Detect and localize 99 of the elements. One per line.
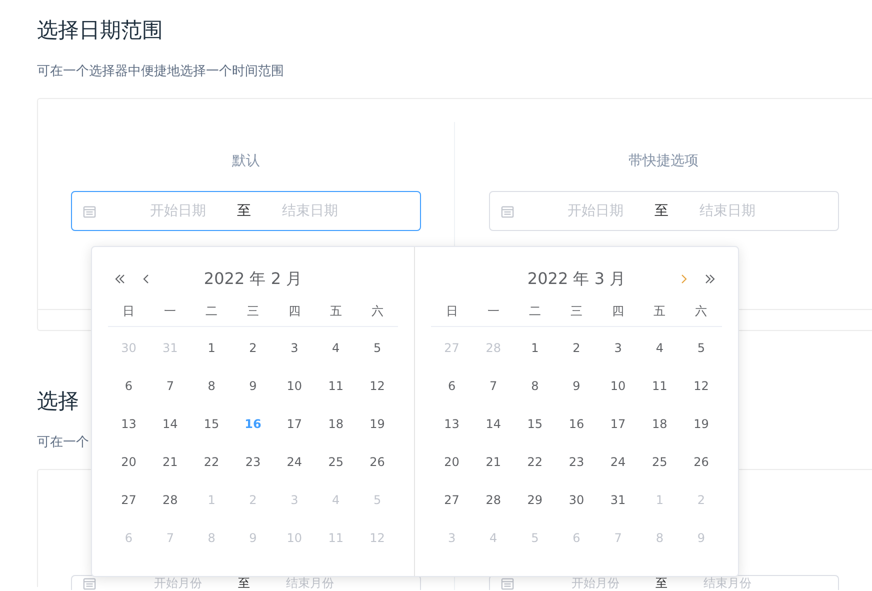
day-cell[interactable]: 31 — [597, 481, 639, 519]
weekday-label: 日 — [122, 302, 136, 320]
day-cell[interactable]: 29 — [514, 481, 556, 519]
day-cell[interactable]: 6 — [431, 367, 473, 405]
day-cell[interactable]: 25 — [638, 443, 680, 481]
end-placeholder: 结束日期 — [281, 202, 339, 220]
day-cell[interactable]: 15 — [190, 405, 232, 443]
weekday-label: 五 — [328, 302, 343, 320]
day-cell[interactable]: 14 — [472, 405, 514, 443]
separator-text: 至 — [654, 577, 668, 589]
separator-text: 至 — [237, 577, 251, 589]
day-cell[interactable]: 4 — [638, 329, 680, 367]
day-cell[interactable]: 19 — [356, 405, 398, 443]
day-cell[interactable]: 27 — [431, 481, 473, 519]
weekday-label: 三 — [569, 302, 584, 320]
day-cell[interactable]: 15 — [514, 405, 556, 443]
day-cell[interactable]: 9 — [232, 367, 274, 405]
day-cell[interactable]: 12 — [680, 367, 722, 405]
end-placeholder: 结束月份 — [285, 577, 335, 589]
section-title: 选择 — [37, 388, 80, 415]
day-cell[interactable]: 1 — [514, 329, 556, 367]
day-cell[interactable]: 3 — [274, 329, 316, 367]
demo-label: 默认 — [232, 152, 260, 171]
day-cell[interactable]: 17 — [274, 405, 316, 443]
separator-text: 至 — [236, 202, 252, 220]
day-cell[interactable]: 21 — [472, 443, 514, 481]
day-cell[interactable]: 20 — [431, 443, 473, 481]
day-cell[interactable]: 19 — [680, 405, 722, 443]
day-cell[interactable]: 27 — [108, 481, 150, 519]
day-cell[interactable]: 4 — [315, 329, 357, 367]
calendar-icon — [83, 577, 96, 590]
day-cell[interactable]: 8 — [514, 367, 556, 405]
day-cell[interactable]: 7 — [472, 367, 514, 405]
day-cell[interactable]: 2 — [232, 329, 274, 367]
weekday-label: 一 — [486, 302, 500, 320]
month-title: 2022 年 2 月 — [202, 268, 304, 290]
start-placeholder: 开始月份 — [570, 577, 620, 589]
weekday-label: 四 — [287, 302, 302, 320]
day-cell[interactable]: 28 — [149, 481, 191, 519]
day-cell[interactable]: 9 — [556, 367, 598, 405]
date-range-field[interactable]: 开始日期 至 结束日期 — [488, 191, 838, 231]
weekday-label: 三 — [246, 302, 260, 320]
day-cell[interactable]: 24 — [274, 443, 316, 481]
day-cell[interactable]: 23 — [232, 443, 274, 481]
day-cell[interactable]: 5 — [356, 329, 398, 367]
day-cell[interactable]: 13 — [431, 405, 473, 443]
weekday-label: 六 — [370, 302, 384, 320]
month-title: 2022 年 3 月 — [526, 268, 627, 290]
separator-text: 至 — [654, 202, 670, 220]
day-cell[interactable]: 14 — [149, 405, 191, 443]
date-range-field[interactable]: 开始月份 至 结束月份 — [488, 575, 838, 590]
day-cell[interactable]: 6 — [108, 367, 150, 405]
day-cell[interactable]: 7 — [149, 367, 191, 405]
start-placeholder: 开始日期 — [149, 202, 207, 220]
day-cell[interactable]: 18 — [315, 405, 357, 443]
day-cell[interactable]: 26 — [356, 443, 398, 481]
day-cell[interactable]: 22 — [190, 443, 232, 481]
day-cell[interactable]: 26 — [680, 443, 722, 481]
day-cell[interactable]: 22 — [514, 443, 556, 481]
day-cell[interactable]: 28 — [472, 481, 514, 519]
day-cell[interactable]: 5 — [680, 329, 722, 367]
day-cell[interactable]: 10 — [274, 367, 316, 405]
weekday-label: 日 — [444, 302, 459, 320]
day-cell[interactable]: 23 — [556, 443, 598, 481]
end-placeholder: 结束月份 — [702, 577, 752, 589]
day-cell[interactable]: 18 — [638, 405, 680, 443]
weekday-label: 四 — [611, 302, 626, 320]
day-cell[interactable]: 16 — [556, 405, 598, 443]
weekday-label: 二 — [528, 302, 542, 320]
day-cell[interactable]: 3 — [597, 329, 639, 367]
day-cell[interactable]: 11 — [638, 367, 680, 405]
day-cell[interactable]: 11 — [315, 367, 357, 405]
start-placeholder: 开始月份 — [153, 577, 203, 589]
date-range-field[interactable]: 开始日期 至 结束日期 — [71, 191, 421, 231]
day-cell[interactable]: 1 — [190, 329, 232, 367]
day-cell[interactable]: 25 — [315, 443, 357, 481]
day-cell[interactable]: 2 — [556, 329, 598, 367]
section-title: 选择日期范围 — [37, 17, 164, 44]
weekday-label: 二 — [204, 302, 219, 320]
day-cell[interactable]: 20 — [108, 443, 150, 481]
weekday-label: 五 — [652, 302, 667, 320]
day-cell[interactable]: 30 — [556, 481, 598, 519]
section-description: 可在一个 — [37, 434, 90, 452]
section-description: 可在一个选择器中便捷地选择一个时间范围 — [37, 63, 285, 81]
weekday-label: 六 — [694, 302, 708, 320]
calendar-icon — [500, 577, 514, 590]
day-cell[interactable]: 8 — [190, 367, 232, 405]
day-cell[interactable]: 17 — [597, 405, 639, 443]
start-placeholder: 开始日期 — [566, 202, 624, 220]
day-cell[interactable]: 10 — [597, 367, 639, 405]
day-cell[interactable]: 12 — [356, 367, 398, 405]
demo-label: 带快捷选项 — [628, 152, 698, 171]
calendar-icon — [500, 204, 514, 218]
weekday-label: 一 — [163, 302, 178, 320]
day-cell[interactable]: 13 — [108, 405, 150, 443]
calendar-icon — [83, 204, 96, 218]
day-cell[interactable]: 21 — [149, 443, 191, 481]
end-placeholder: 结束日期 — [698, 202, 756, 220]
day-cell[interactable]: 24 — [597, 443, 639, 481]
